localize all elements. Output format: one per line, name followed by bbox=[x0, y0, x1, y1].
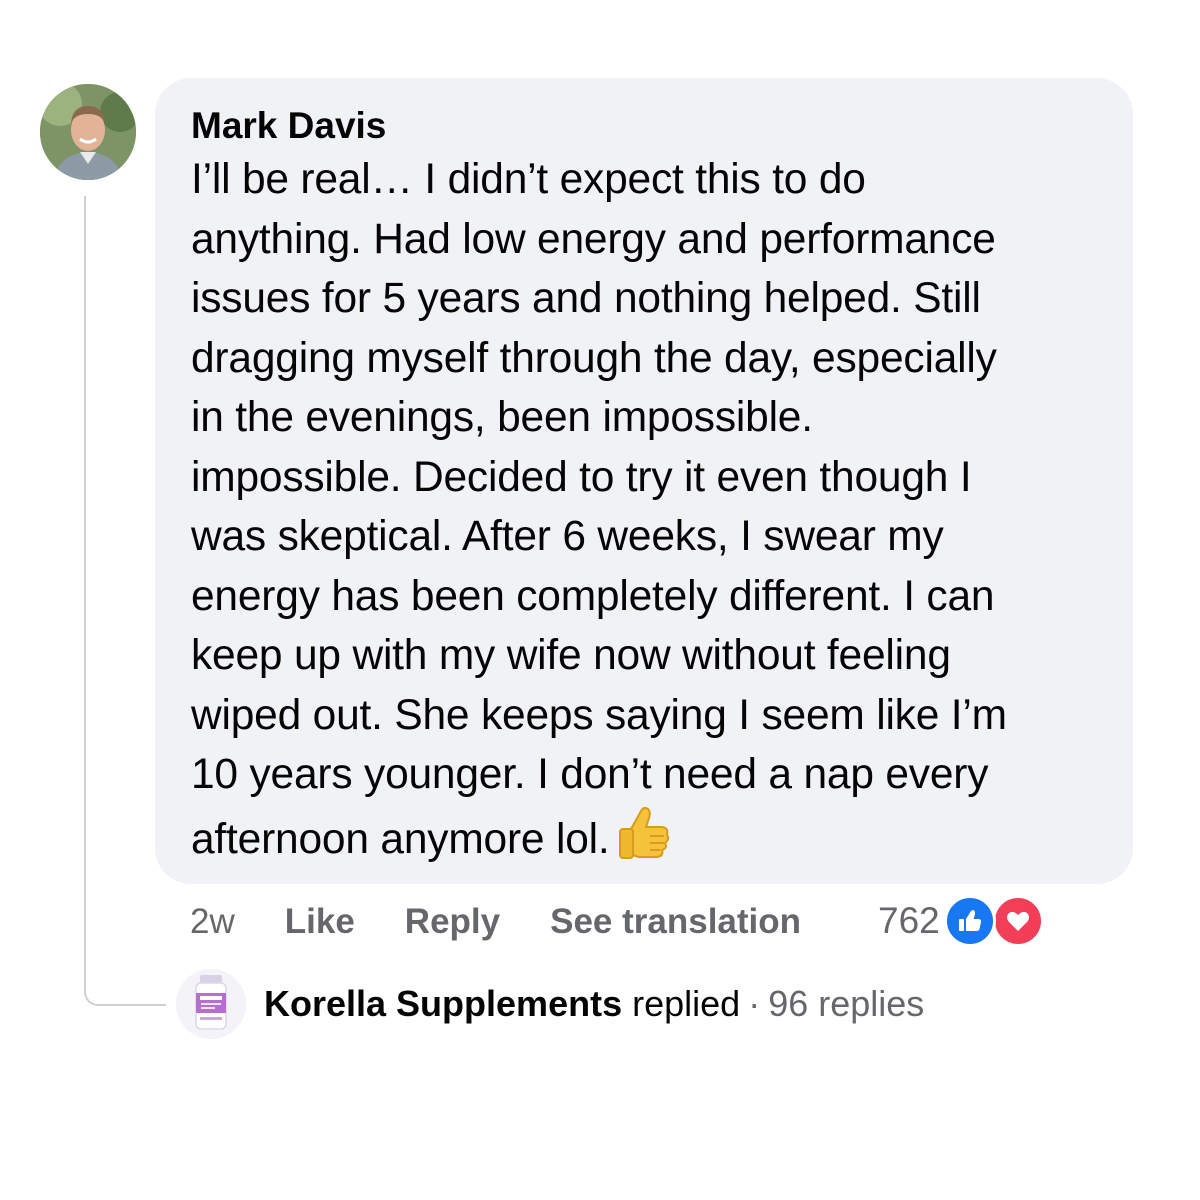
comment-line: keep up with my wife now without feeling bbox=[191, 632, 951, 679]
comment-line: in the evenings, been impossible. bbox=[191, 394, 813, 441]
avatar[interactable] bbox=[40, 84, 136, 180]
comment-author[interactable]: Mark Davis bbox=[191, 104, 1103, 148]
comment-actions: 2w Like Reply See translation bbox=[190, 896, 801, 948]
comment-timestamp[interactable]: 2w bbox=[190, 902, 235, 942]
supplement-bottle-icon bbox=[176, 969, 246, 1039]
comment-line: impossible. Decided to try it even thoug… bbox=[191, 453, 972, 501]
page-avatar[interactable] bbox=[176, 969, 246, 1039]
comment-line: wiped out. She keeps saying I seem like … bbox=[191, 691, 1007, 739]
comment-bubble: Mark Davis I’ll be real… I didn’t expect… bbox=[155, 78, 1133, 884]
love-icon bbox=[991, 895, 1044, 947]
reply-button[interactable]: Reply bbox=[405, 902, 500, 942]
replies-count[interactable]: 96 replies bbox=[768, 983, 924, 1024]
replied-label: replied bbox=[632, 983, 741, 1024]
comment-thread: Mark Davis I’ll be real… I didn’t expect… bbox=[0, 0, 1200, 1200]
profile-photo bbox=[40, 84, 136, 180]
page-name[interactable]: Korella Supplements bbox=[264, 983, 622, 1024]
like-button[interactable]: Like bbox=[285, 902, 355, 942]
replies-summary-link[interactable]: Korella Supplements replied · 96 replies bbox=[176, 968, 924, 1040]
comment-line-text: afternoon anymore lol. bbox=[191, 815, 610, 863]
reply-summary-text[interactable]: Korella Supplements replied · 96 replies bbox=[264, 983, 924, 1025]
separator-dot: · bbox=[748, 983, 761, 1024]
comment-line: dragging myself through the day, especia… bbox=[191, 334, 997, 382]
thread-connector-line bbox=[84, 196, 166, 1006]
see-translation-button[interactable]: See translation bbox=[550, 902, 801, 942]
comment-line-last: afternoon anymore lol. bbox=[191, 805, 1103, 878]
reaction-count: 762 bbox=[878, 900, 940, 941]
reaction-icons bbox=[943, 893, 1048, 949]
comment-line: 10 years younger. I don’t need a nap eve… bbox=[191, 751, 989, 798]
comment-line: anything. Had low energy and performance bbox=[191, 215, 996, 263]
comment-line: energy has been completely different. I … bbox=[191, 572, 995, 620]
comment-line: issues for 5 years and nothing helped. S… bbox=[191, 275, 981, 322]
comment-body: I’ll be real… I didn’t expect this to do… bbox=[191, 150, 1103, 877]
thumbs-up-icon bbox=[617, 805, 671, 878]
comment-line: was skeptical. After 6 weeks, I swear my bbox=[191, 513, 944, 560]
comment-line: I’ll be real… I didn’t expect this to do bbox=[191, 156, 866, 203]
like-icon bbox=[943, 895, 996, 947]
reaction-summary[interactable]: 762 bbox=[878, 893, 1048, 949]
